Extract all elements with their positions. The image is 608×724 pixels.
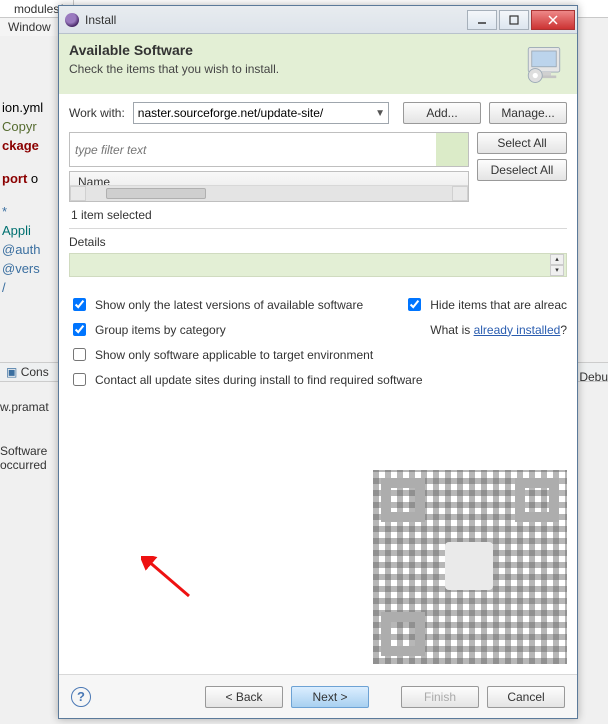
chk-group-category[interactable]: [73, 323, 86, 336]
chk-target-label: Show only software applicable to target …: [95, 348, 373, 362]
manage-button[interactable]: Manage...: [489, 102, 567, 124]
details-label: Details: [69, 235, 567, 249]
install-dialog: Install Available Software Check the ite…: [58, 5, 578, 719]
bg-menu-window[interactable]: Window: [0, 18, 59, 36]
bg-code: @vers: [0, 261, 58, 276]
cancel-button[interactable]: Cancel: [487, 686, 565, 708]
chk-latest-label: Show only the latest versions of availab…: [95, 298, 363, 312]
bg-code: Copyr: [0, 119, 58, 134]
deselect-all-button[interactable]: Deselect All: [477, 159, 567, 181]
chk-hide-label: Hide items that are alreac: [430, 298, 567, 312]
help-button[interactable]: ?: [71, 687, 91, 707]
bg-code: port: [2, 171, 27, 186]
spinner-up-icon[interactable]: ▴: [550, 254, 564, 265]
chk-latest-versions[interactable]: [73, 298, 86, 311]
banner: Available Software Check the items that …: [59, 34, 577, 94]
spinner-down-icon[interactable]: ▾: [550, 265, 564, 276]
bg-code: Appli: [0, 223, 58, 238]
next-button[interactable]: Next >: [291, 686, 369, 708]
titlebar[interactable]: Install: [59, 6, 577, 34]
banner-subtitle: Check the items that you wish to install…: [69, 62, 521, 76]
bg-code: *: [0, 204, 58, 219]
debug-view-tab[interactable]: Debu: [579, 370, 608, 384]
already-installed-link[interactable]: already installed: [474, 323, 561, 337]
bg-text: w.pramat: [0, 400, 58, 414]
qr-code-watermark: [373, 470, 567, 664]
select-all-button[interactable]: Select All: [477, 132, 567, 154]
dropdown-arrow-icon[interactable]: ▼: [375, 108, 385, 119]
banner-title: Available Software: [69, 42, 521, 58]
bg-text: occurred: [0, 458, 58, 472]
bg-code: /: [0, 280, 58, 295]
bg-code: ckage: [0, 138, 58, 153]
back-button[interactable]: < Back: [205, 686, 283, 708]
arrow-annotation: [141, 556, 201, 602]
work-with-combo[interactable]: [133, 102, 389, 124]
horizontal-scrollbar[interactable]: [70, 185, 468, 201]
chk-target-env[interactable]: [73, 348, 86, 361]
bg-code: @auth: [0, 242, 58, 257]
scroll-left-icon[interactable]: [70, 186, 86, 201]
details-field[interactable]: ▴▾: [69, 253, 567, 277]
bg-text: Software: [0, 444, 58, 458]
close-button[interactable]: [531, 10, 575, 30]
console-view-tab[interactable]: Cons: [21, 365, 49, 379]
maximize-button[interactable]: [499, 10, 529, 30]
minimize-button[interactable]: [467, 10, 497, 30]
dialog-title: Install: [85, 13, 466, 27]
bg-file-tab: ion.yml: [0, 100, 58, 115]
add-button[interactable]: Add...: [403, 102, 481, 124]
work-with-label: Work with:: [69, 106, 125, 120]
filter-input[interactable]: [69, 132, 469, 167]
chk-hide-installed[interactable]: [408, 298, 421, 311]
what-is-text: What is already installed?: [430, 323, 567, 337]
scroll-thumb[interactable]: [106, 188, 206, 199]
install-icon: [523, 44, 565, 86]
selection-status: 1 item selected: [69, 202, 567, 228]
chk-group-label: Group items by category: [95, 323, 226, 337]
scroll-right-icon[interactable]: [452, 186, 468, 201]
finish-button[interactable]: Finish: [401, 686, 479, 708]
chk-contact-sites[interactable]: [73, 373, 86, 386]
software-tree[interactable]: Name ▸ ERMaster: [69, 171, 469, 202]
chk-contact-label: Contact all update sites during install …: [95, 373, 423, 387]
eclipse-icon: [65, 13, 79, 27]
